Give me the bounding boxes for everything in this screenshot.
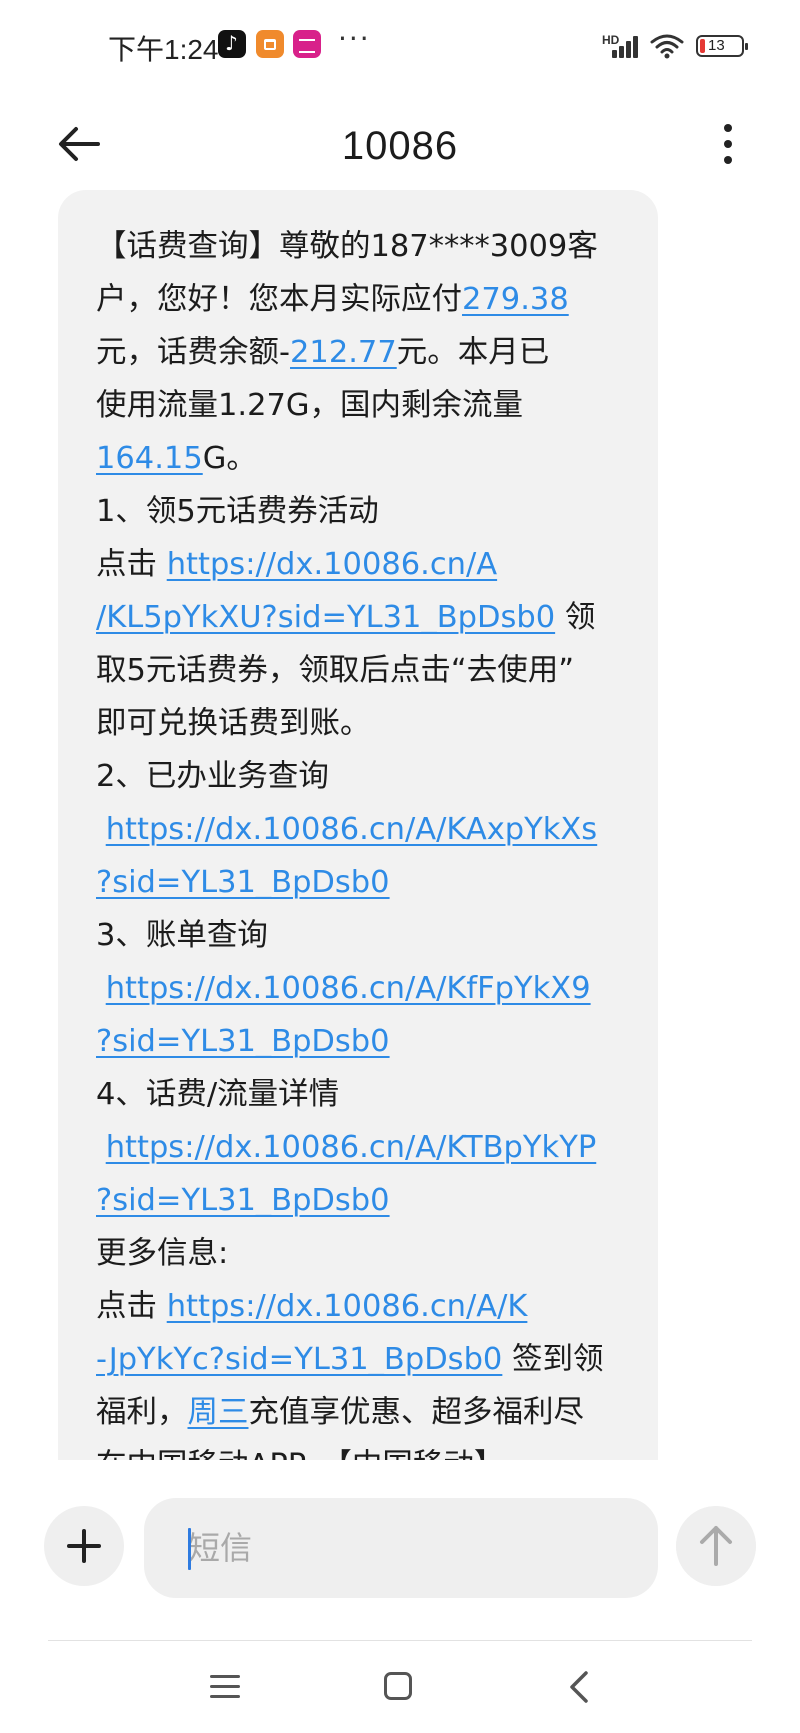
- message-text-segment: 点击: [96, 547, 167, 582]
- message-text-segment: 元，话费余额-: [96, 335, 291, 370]
- battery-percent: 13: [708, 37, 725, 54]
- balance-link[interactable]: 212.77: [290, 335, 397, 370]
- usage-detail-url-link[interactable]: https://dx.10086.cn/A/KTBpYkYP: [106, 1130, 597, 1165]
- bill-url-link[interactable]: https://dx.10086.cn/A/KfFpYkX9: [106, 971, 591, 1006]
- arrow-up-icon[interactable]: [676, 1506, 756, 1586]
- text-caret: [188, 1528, 191, 1570]
- message-text-segment: 在中国移动APP。【中国移动】: [96, 1448, 504, 1460]
- pink-app-icon: [293, 30, 321, 58]
- services-url-link[interactable]: ?sid=YL31_BpDsb0: [96, 865, 390, 900]
- message-list[interactable]: 【话费查询】尊敬的187****3009客 户，您好！您本月实际应付279.38…: [0, 190, 800, 1460]
- more-vertical-icon[interactable]: [708, 114, 748, 174]
- shopping-app-icon: [256, 30, 284, 58]
- usage-detail-url-link[interactable]: ?sid=YL31_BpDsb0: [96, 1183, 390, 1218]
- coupon-url-link[interactable]: /KL5pYkXU?sid=YL31_BpDsb0: [96, 600, 555, 635]
- message-text-segment: 【话费查询】尊敬的187****3009客: [96, 229, 598, 264]
- battery-icon: 13: [696, 35, 748, 57]
- services-url-link[interactable]: https://dx.10086.cn/A/KAxpYkXs: [106, 812, 598, 847]
- message-text-segment: 取5元话费券，领取后点击“去使用”: [96, 653, 575, 688]
- message-text-segment: 使用流量1.27G，国内剩余流量: [96, 388, 524, 423]
- status-time: 下午1:24: [108, 34, 219, 65]
- amount-due-link[interactable]: 279.38: [462, 282, 569, 317]
- coupon-url-link[interactable]: https://dx.10086.cn/A: [167, 547, 497, 582]
- composer-bar: [0, 1462, 800, 1622]
- wednesday-link[interactable]: 周三: [188, 1395, 249, 1430]
- wifi-icon: [650, 34, 684, 59]
- back-chevron-icon[interactable]: [556, 1663, 604, 1711]
- message-text-segment: 点击: [96, 1289, 167, 1324]
- signal-icon: [608, 34, 642, 58]
- message-text-segment: G。: [202, 441, 257, 476]
- message-text-segment: 充值享优惠、超多福利尽: [248, 1395, 585, 1430]
- signin-url-link[interactable]: -JpYkYc?sid=YL31_BpDsb0: [96, 1342, 502, 1377]
- conversation-title: 10086: [341, 124, 459, 168]
- message-text-segment: 签到领: [502, 1342, 604, 1377]
- signin-url-link[interactable]: https://dx.10086.cn/A/K: [167, 1289, 528, 1324]
- sms-input[interactable]: [144, 1498, 658, 1598]
- message-text-segment: 4、话费/流量详情: [96, 1077, 340, 1112]
- battery-level-fill: [700, 39, 705, 53]
- message-text-segment: 1、领5元话费券活动: [96, 494, 379, 529]
- message-text-segment: 领: [555, 600, 596, 635]
- message-text: 【话费查询】尊敬的187****3009客 户，您好！您本月实际应付279.38…: [96, 220, 636, 1460]
- system-nav-bar: [0, 1641, 800, 1733]
- status-more-indicator: ···: [338, 22, 371, 55]
- menu-icon[interactable]: [202, 1663, 250, 1711]
- status-bar: 下午1:24 ··· HD 13: [0, 0, 800, 96]
- message-text-segment: 户，您好！您本月实际应付: [96, 282, 462, 317]
- bill-url-link[interactable]: ?sid=YL31_BpDsb0: [96, 1024, 390, 1059]
- conversation-header: 10086: [0, 96, 800, 192]
- plus-icon[interactable]: [44, 1506, 124, 1586]
- message-text-segment: 福利，: [96, 1395, 188, 1430]
- remaining-data-link[interactable]: 164.15: [96, 441, 203, 476]
- message-text-segment: 更多信息:: [96, 1236, 229, 1271]
- message-text-segment: 3、账单查询: [96, 918, 268, 953]
- message-text-segment: 2、已办业务查询: [96, 759, 329, 794]
- home-square-icon[interactable]: [376, 1663, 424, 1711]
- tiktok-icon: [218, 30, 246, 58]
- message-text-segment: 元。本月已: [396, 335, 550, 370]
- message-text-segment: 即可兑换话费到账。: [96, 706, 371, 741]
